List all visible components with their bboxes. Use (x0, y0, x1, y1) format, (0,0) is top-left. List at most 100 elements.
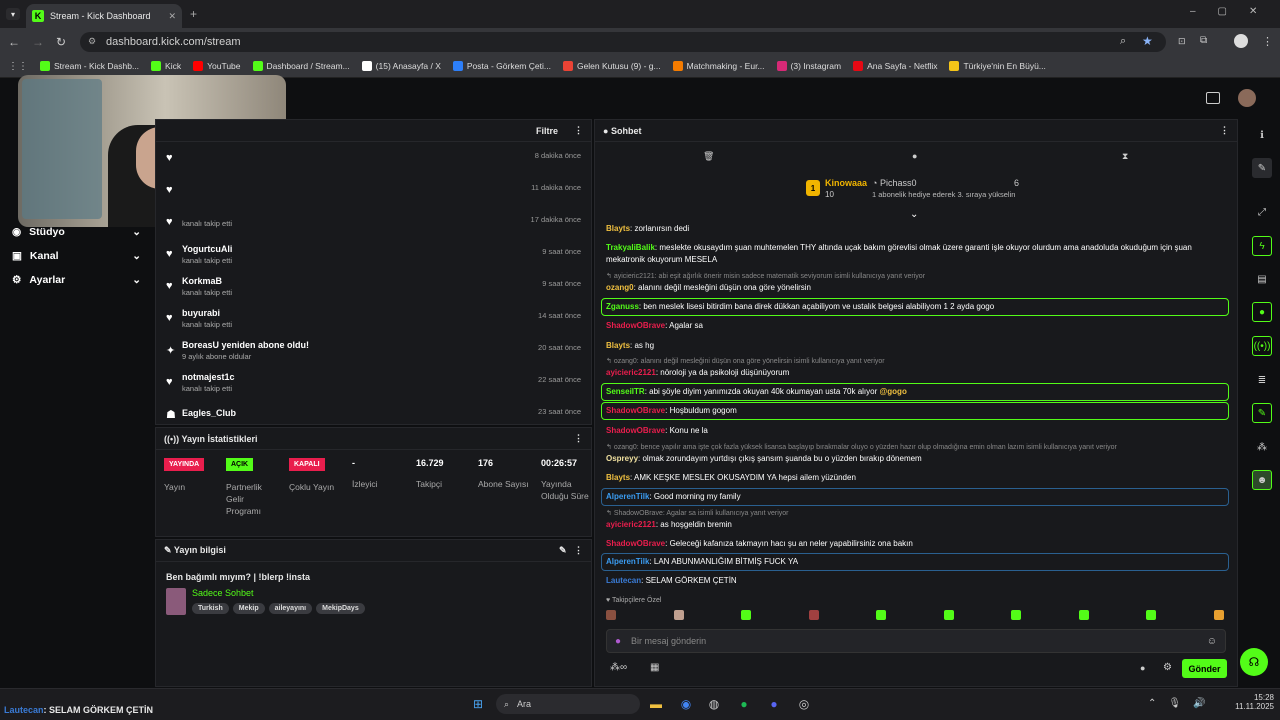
chat-username[interactable]: ShadowOBrave (606, 426, 665, 435)
spotify-icon[interactable]: ● (734, 694, 754, 714)
chat-username[interactable]: Zganuss (606, 302, 639, 311)
extensions-puzzle-icon[interactable]: ⧉ (1200, 35, 1207, 46)
chat-message[interactable]: ayicieric2121: nöroloji ya da psikoloji … (606, 367, 1230, 379)
chat-message[interactable]: Ospreyy: olmak zorundayım yurtdışı çıkış… (606, 453, 1230, 465)
chat-username[interactable]: AlperenTilk (606, 557, 649, 566)
channel-points-icon[interactable]: ⁂∞ (610, 662, 627, 673)
chat-username[interactable]: ShadowOBrave (606, 321, 665, 330)
reply-context[interactable]: ↰ ayicieric2121: abi eşit ağırlık önerir… (606, 272, 925, 280)
chat-username[interactable]: ayicieric2121 (606, 368, 656, 377)
app-icon[interactable]: ◎ (794, 694, 814, 714)
user-avatar[interactable] (1238, 89, 1256, 107)
tag[interactable]: aileyayını (268, 603, 313, 614)
layers-icon[interactable]: ≣ (1252, 370, 1272, 390)
emote-icon[interactable] (606, 610, 616, 620)
chat-username[interactable]: SenseiITR (606, 387, 645, 396)
taskbar-search[interactable]: ⌕ Ara (496, 694, 640, 714)
tab-search-button[interactable]: ▾ (6, 8, 20, 20)
chat-message[interactable]: Zganuss: ben meslek lisesi bitirdim bana… (606, 301, 1230, 313)
bookmark-item[interactable]: Posta - Görkem Çeti... (452, 61, 551, 71)
reload-icon[interactable]: ↻ (56, 35, 66, 49)
reply-context[interactable]: ↰ ozang0: alanını değil mesleğini düşün … (606, 357, 885, 365)
chat-username[interactable]: Blayts (606, 473, 630, 482)
category-link[interactable]: Sadece Sohbet (192, 588, 369, 598)
folder-icon[interactable]: ▬ (646, 694, 666, 714)
bookmark-item[interactable]: Kick (151, 61, 181, 71)
menu-icon[interactable]: ⋮ (1262, 35, 1273, 48)
filter-button[interactable]: Filtre (536, 126, 558, 136)
chat-username[interactable]: Blayts (606, 224, 630, 233)
steam-icon[interactable]: ◍ (704, 694, 724, 714)
chat-username[interactable]: AlperenTilk (606, 492, 649, 501)
message-icon[interactable]: ● (912, 151, 917, 161)
tray-icons[interactable]: ⌃🎙🔊 (1148, 698, 1218, 709)
chat-username[interactable]: ayicieric2121 (606, 520, 656, 529)
chat-username[interactable]: Lautecan (606, 576, 641, 585)
forward-icon[interactable]: → (32, 35, 44, 49)
bookmark-item[interactable]: Matchmaking - Eur... (672, 61, 765, 71)
chat-message[interactable]: SenseiITR: abi şöyle diyim yanımızda oku… (606, 386, 1230, 398)
bookmark-item[interactable]: Stream - Kick Dashb... (40, 61, 139, 71)
chat-username[interactable]: TrakyaliBalik (606, 243, 655, 252)
emote-icon[interactable] (741, 610, 752, 620)
emote-icon[interactable] (1213, 610, 1224, 620)
lightning-icon[interactable]: ϟ (1252, 236, 1272, 256)
hourglass-icon[interactable]: ⧗ (1122, 151, 1128, 162)
broadcast-icon[interactable]: ((•)) (1252, 336, 1272, 356)
more-options-icon[interactable]: ⋮ (574, 545, 583, 555)
clock[interactable]: 15:28 11.11.2025 (1234, 693, 1274, 711)
expand-icon[interactable]: ⌄ (910, 209, 918, 220)
zoom-icon[interactable]: ⌕ (1120, 35, 1126, 48)
chrome-icon[interactable]: ◉ (676, 694, 696, 714)
bookmark-item[interactable]: Dashboard / Stream... (252, 61, 350, 71)
window-controls[interactable]: –▢✕ (1190, 6, 1279, 17)
emote-icon[interactable] (1078, 610, 1089, 620)
chat-message[interactable]: ShadowOBrave: Konu ne la (606, 425, 1230, 437)
emote-icon[interactable] (876, 610, 887, 620)
camera-icon[interactable] (1206, 92, 1220, 104)
back-icon[interactable]: ← (8, 35, 20, 49)
profile-avatar[interactable] (1234, 34, 1248, 48)
chat-message[interactable]: TrakyaliBalik: meslekte okusaydım şuan m… (606, 242, 1230, 266)
reply-context[interactable]: ↰ ozang0: bence yapılır ama işte çok faz… (606, 443, 1117, 451)
site-info-icon[interactable]: ⚙ (88, 36, 96, 47)
leader-name[interactable]: Kinowaaa (825, 178, 867, 188)
bookmark-item[interactable]: Türkiye'nin En Büyü... (949, 61, 1046, 71)
microphone-icon[interactable]: ● (615, 636, 621, 647)
emote-icon[interactable] (808, 610, 819, 620)
tag[interactable]: Mekip (232, 603, 265, 614)
sidebar-item-channel[interactable]: ▣ Kanal ⌄ (0, 244, 155, 268)
emote-icon[interactable] (1011, 610, 1022, 620)
more-options-icon[interactable]: ⋮ (574, 433, 583, 444)
chat-username[interactable]: ShadowOBrave (606, 406, 665, 415)
leader-name[interactable]: Pichass0 (880, 178, 917, 188)
clipboard-icon[interactable]: ▤ (1252, 269, 1272, 289)
bookmark-item[interactable]: (15) Anasayfa / X (361, 61, 441, 71)
share-icon[interactable]: ⁂ (1252, 437, 1272, 457)
browser-tab[interactable]: K Stream - Kick Dashboard ✕ (26, 4, 182, 28)
chat-mention[interactable]: @gogo (879, 387, 906, 396)
gear-icon[interactable]: ⚙ (1163, 662, 1172, 673)
chat-message[interactable]: Blayts: AMK KEŞKE MESLEK OKUSAYDIM YA he… (606, 472, 1230, 484)
support-button[interactable]: ☊ (1240, 648, 1268, 676)
chat-message[interactable]: ayicieric2121: as hoşgeldin bremin (606, 519, 1230, 531)
kick-bot-icon[interactable]: ☻ (1252, 470, 1272, 490)
emote-icon[interactable] (943, 610, 954, 620)
bookmark-star-icon[interactable]: ★ (1142, 34, 1153, 48)
chat-message[interactable]: AlperenTilk: LAN ABUNMANLIĞIM BİTMİŞ FUC… (606, 556, 1230, 568)
chat-input[interactable]: ● Bir mesaj gönderin ☺ (606, 629, 1226, 653)
address-bar[interactable]: dashboard.kick.com/stream (80, 32, 1166, 52)
chat-username[interactable]: ShadowOBrave (606, 539, 665, 548)
chat-username[interactable]: ozang0 (606, 283, 634, 292)
trash-icon[interactable]: 🗑 (703, 151, 714, 162)
sidebar-item-settings[interactable]: ⚙ Ayarlar ⌄ (0, 268, 155, 292)
edit-icon[interactable]: ✎ (559, 545, 567, 555)
edit-icon[interactable]: ✎ (1252, 158, 1272, 178)
bookmark-item[interactable]: Ana Sayfa - Netflix (853, 61, 937, 71)
more-options-icon[interactable]: ⋮ (574, 125, 583, 136)
emote-icon[interactable] (673, 610, 684, 620)
new-tab-icon[interactable]: + (190, 7, 197, 21)
bookmark-item[interactable]: (3) Instagram (776, 61, 841, 71)
expand-icon[interactable]: ⤢ (1252, 202, 1272, 222)
chat-message[interactable]: ShadowOBrave: Hoşbuldum gogom (606, 405, 1230, 417)
